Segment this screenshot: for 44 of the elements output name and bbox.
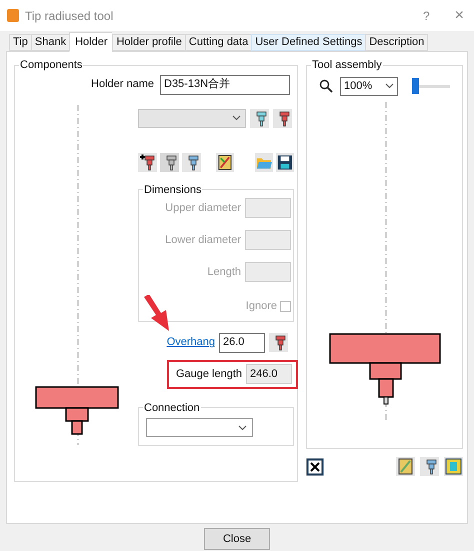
field-label: Lower diameter [165,232,241,248]
chevron-down-icon [232,115,241,121]
holder-icon[interactable] [182,152,201,172]
connection-dropdown[interactable] [146,418,253,437]
group-title: Dimensions [143,182,202,198]
add-holder-icon[interactable] [138,152,157,172]
zoom-value: 100% [344,78,372,94]
slider-thumb[interactable] [412,78,419,94]
input-field[interactable] [245,198,291,218]
field-label: Gauge length [176,366,242,382]
group-title: Tool assembly [311,58,383,73]
chevron-down-icon [238,424,247,430]
input-field[interactable] [245,230,291,250]
group-title: Connection [143,400,201,416]
tab[interactable]: Cutting data [184,34,252,51]
holder-icon[interactable] [160,152,179,172]
zoom-slider[interactable] [412,78,450,94]
app-logo-icon [7,9,19,22]
tab[interactable]: User Defined Settings [251,34,366,51]
holder-name-field[interactable]: D35-13N合并 [160,74,290,94]
overhang-link[interactable]: Overhang [166,334,215,351]
input-field[interactable] [245,262,291,282]
zoom-dropdown[interactable]: 100% [340,76,398,96]
window-title: Tip radiused tool [25,8,114,24]
close-dialog-button[interactable]: Close [204,528,270,550]
tab[interactable]: Holder profile [112,34,185,51]
tab[interactable]: Description [365,34,428,51]
holder-icon[interactable] [420,457,439,476]
overhang-field[interactable]: 26.0 [219,332,265,352]
field-label: Length [207,264,241,280]
field-label: Holder name [91,77,154,92]
search-icon[interactable] [319,79,333,93]
tab[interactable]: Shank [30,34,70,51]
group-title: Components [19,58,84,73]
holder-icon[interactable] [273,108,292,128]
checkbox-label: Ignore [246,299,277,314]
chevron-down-icon [385,83,394,89]
tab[interactable]: Tip [9,34,31,51]
tab[interactable]: Holder [69,32,112,52]
holder-icon[interactable] [269,333,288,352]
gauge-length-field[interactable]: 246.0 [246,364,292,384]
close-button[interactable]: × [454,4,464,28]
field-label: Upper diameter [165,200,241,216]
help-button[interactable]: ? [422,6,430,24]
